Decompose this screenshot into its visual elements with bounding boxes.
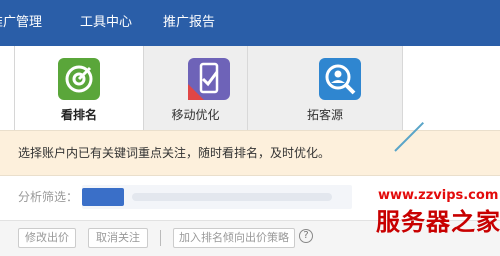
banner-text: 选择账户内已有关键词重点关注，随时看排名，及时优化。 (18, 146, 331, 160)
tool-tabs: 看排名 移动优化 拓客源 (0, 46, 500, 130)
tab-label-mobile-optimization: 移动优化 (171, 108, 220, 122)
top-nav-bar: 推广管理 工具中心 推广报告 (0, 0, 500, 46)
watermark-name: 服务器之家 (376, 208, 500, 236)
unfollow-button[interactable]: 取消关注 (88, 228, 148, 248)
filter-input[interactable] (82, 185, 352, 209)
tab-view-ranking[interactable]: 看排名 (14, 46, 144, 130)
watermark: www.zzvips.com 服务器之家 (370, 188, 500, 256)
add-rank-strategy-button[interactable]: 加入排名倾向出价策略 (173, 228, 295, 248)
filter-label: 分析筛选： (18, 190, 79, 204)
tab-expand-customers[interactable]: 拓客源 (248, 46, 403, 130)
user-search-icon (319, 58, 361, 100)
tab-label-expand-customers: 拓客源 (306, 108, 343, 122)
tab-label-view-ranking: 看排名 (60, 108, 97, 122)
toolbar-divider (160, 230, 161, 246)
filter-selected-chip[interactable] (82, 188, 124, 206)
filter-blurred-content (132, 193, 332, 201)
modify-bid-button[interactable]: 修改出价 (18, 228, 76, 248)
target-icon (58, 58, 100, 100)
watermark-url: www.zzvips.com (378, 188, 499, 203)
tab-mobile-optimization[interactable]: 移动优化 (144, 46, 248, 130)
help-icon[interactable]: ? (299, 229, 313, 243)
nav-item-tool-center[interactable]: 工具中心 (80, 15, 132, 31)
nav-item-promotion-report[interactable]: 推广报告 (163, 15, 215, 31)
info-banner: 选择账户内已有关键词重点关注，随时看排名，及时优化。 (0, 130, 500, 176)
nav-item-promotion-management[interactable]: 推广管理 (0, 15, 42, 31)
mobile-check-icon (188, 58, 230, 100)
